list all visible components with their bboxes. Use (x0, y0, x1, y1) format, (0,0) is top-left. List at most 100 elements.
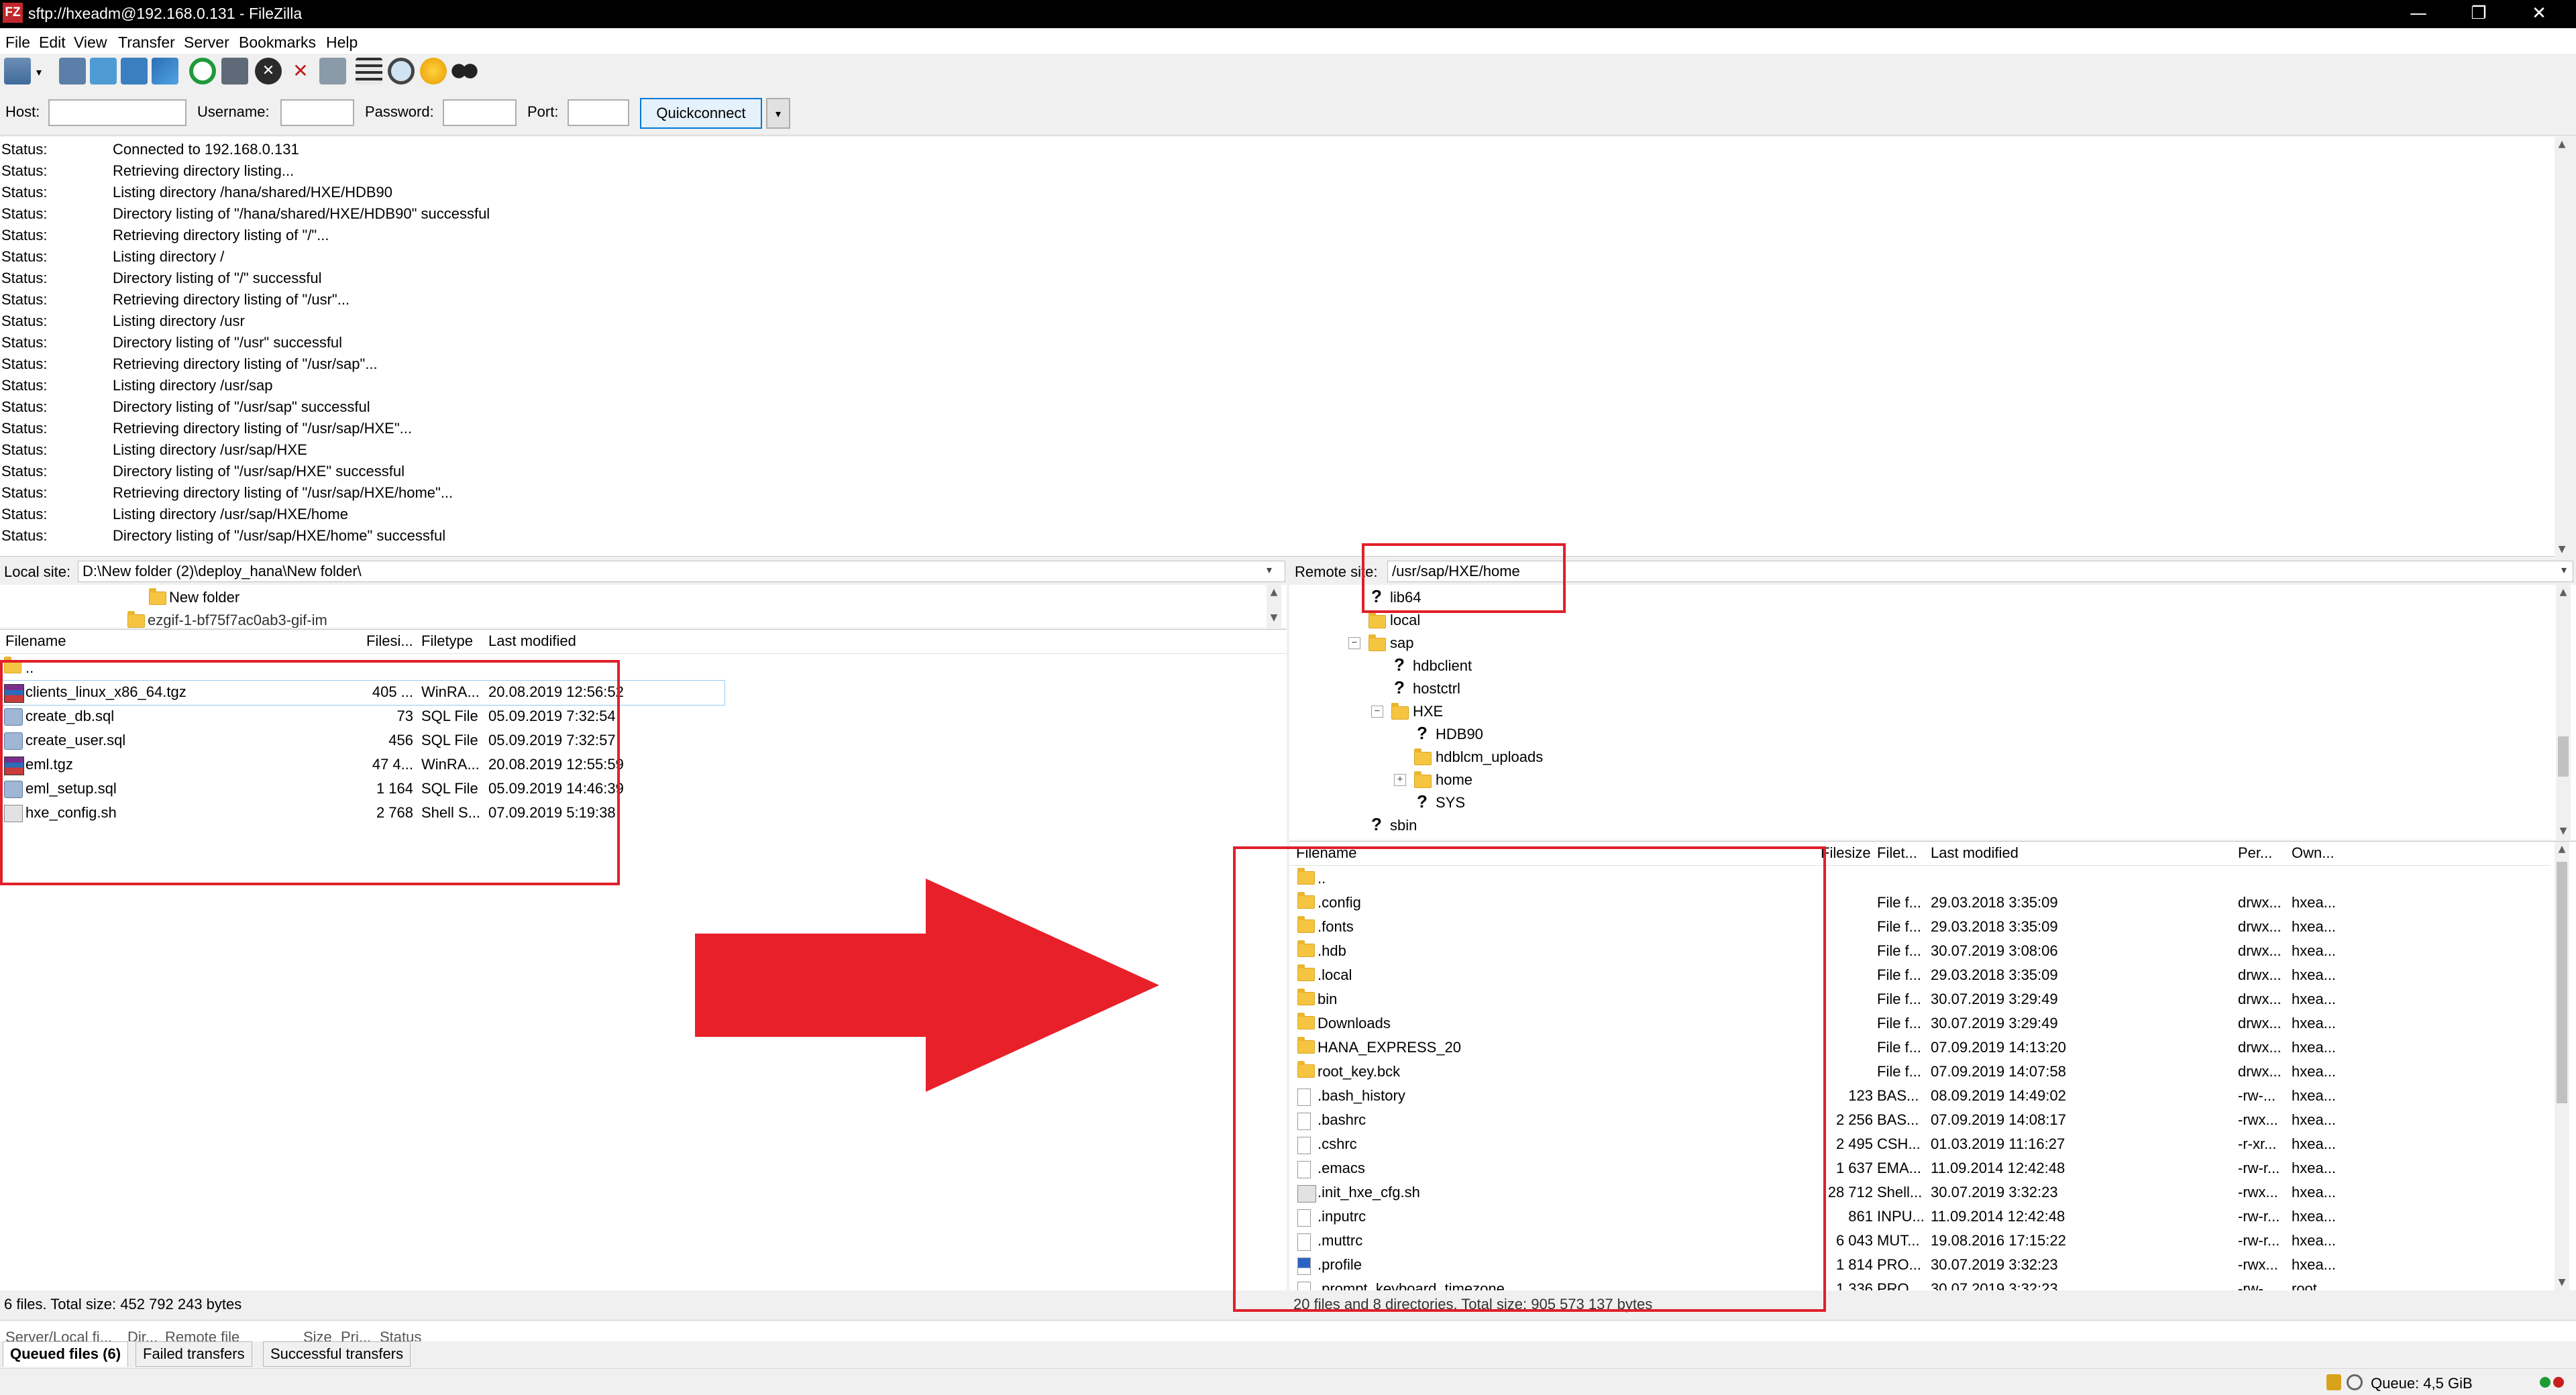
table-row[interactable]: .emacs 1 637 EMA... 11.09.2014 12:42:48 -rw-… (1289, 1157, 2551, 1181)
table-row[interactable]: .muttrc 6 043 MUT... 19.08.2016 17:15:22 -rw… (1289, 1229, 2551, 1253)
table-row[interactable]: root_key.bck File f... 07.09.2019 14:07:58… (1289, 1060, 2551, 1084)
table-row[interactable]: .cshrc 2 495 CSH... 01.03.2019 11:16:27 -r-x… (1289, 1133, 2551, 1157)
column-filetype[interactable]: Filet... (1877, 844, 1917, 862)
menu-edit[interactable]: Edit (39, 34, 66, 52)
tree-item[interactable]: ? hdbclient (1289, 655, 2551, 677)
column-last-modified[interactable]: Last modified (488, 632, 576, 650)
tree-item[interactable]: ? sbin (1289, 814, 2551, 837)
expand-icon[interactable]: + (1394, 774, 1406, 786)
queue-column-size[interactable]: Size (303, 1329, 332, 1341)
tab-queued-files[interactable]: Queued files (6) (3, 1341, 129, 1367)
table-row[interactable]: eml.tgz 47 4... WinRA... 20.08.2019 12:55:5… (0, 753, 724, 777)
table-row[interactable]: create_db.sql 73 SQL File 05.09.2019 7:32:5… (0, 705, 724, 729)
scroll-down-icon[interactable]: ▼ (2555, 1275, 2569, 1290)
scroll-thumb[interactable] (2557, 862, 2567, 1103)
collapse-icon[interactable]: − (1348, 637, 1360, 649)
tree-item[interactable]: ezgif-1-bf75f7ac0ab3-gif-im (0, 609, 1261, 628)
scroll-thumb[interactable] (2558, 736, 2569, 777)
remote-list-scrollbar[interactable]: ▲ ▼ (2555, 842, 2569, 1290)
tree-item[interactable]: + home (1289, 769, 2551, 791)
tab-successful-transfers[interactable]: Successful transfers (263, 1341, 411, 1367)
table-row[interactable]: .config File f... 29.03.2018 3:35:09 drwx..… (1289, 891, 2551, 915)
menu-file[interactable]: File (5, 34, 30, 52)
refresh-icon[interactable] (189, 58, 216, 85)
toggle-queue-icon[interactable] (152, 58, 178, 85)
column-filesize[interactable]: Filesize (1821, 844, 1871, 862)
tree-item[interactable]: − HXE (1289, 700, 2551, 723)
table-row[interactable]: .fonts File f... 29.03.2018 3:35:09 drwx...… (1289, 915, 2551, 940)
scroll-down-icon[interactable]: ▼ (1267, 610, 1281, 625)
remote-directory-tree[interactable]: ? lib64 local − sap? hdbclient? hostctrl − HXE? H… (1289, 585, 2576, 840)
toggle-local-tree-icon[interactable] (90, 58, 117, 85)
username-input[interactable] (280, 99, 354, 126)
site-manager-icon[interactable] (4, 58, 31, 85)
restore-button[interactable]: ❐ (2449, 0, 2509, 28)
table-row[interactable]: .profile 1 814 PRO... 30.07.2019 3:32:23 -rw… (1289, 1253, 2551, 1278)
toggle-log-icon[interactable] (59, 58, 86, 85)
reconnect-icon[interactable] (319, 58, 346, 85)
tree-item[interactable]: local (1289, 609, 2551, 632)
queue-column-remote-file[interactable]: Remote file (165, 1329, 239, 1341)
toggle-remote-tree-icon[interactable] (121, 58, 148, 85)
remote-site-path-input[interactable]: /usr/sap/HXE/home (1387, 561, 2573, 582)
filter-icon[interactable] (356, 58, 382, 85)
scroll-up-icon[interactable]: ▲ (2555, 842, 2569, 856)
tab-failed-transfers[interactable]: Failed transfers (136, 1341, 252, 1367)
tree-item[interactable]: ? hostctrl (1289, 677, 2551, 700)
menu-bookmarks[interactable]: Bookmarks (239, 34, 316, 52)
tree-item[interactable]: hdblcm_uploads (1289, 746, 2551, 769)
table-row[interactable]: .hdb File f... 30.07.2019 3:08:06 drwx... hx… (1289, 940, 2551, 964)
table-row[interactable]: .. (0, 657, 724, 681)
menu-help[interactable]: Help (326, 34, 358, 52)
table-row[interactable]: .inputrc 861 INPU... 11.09.2014 12:42:48 -rw… (1289, 1205, 2551, 1229)
search-icon[interactable] (451, 58, 478, 85)
table-row[interactable]: eml_setup.sql 1 164 SQL File 05.09.2019 14:… (0, 777, 724, 801)
chevron-down-icon[interactable]: ▾ (2561, 563, 2567, 576)
process-queue-icon[interactable] (221, 58, 248, 85)
queue-column-server[interactable]: Server/Local fi... (5, 1329, 112, 1341)
column-filetype[interactable]: Filetype (421, 632, 473, 650)
scroll-up-icon[interactable]: ▲ (1267, 585, 1281, 600)
host-input[interactable] (48, 99, 186, 126)
column-filesize[interactable]: Filesi... (366, 632, 413, 650)
scroll-up-icon[interactable]: ▲ (2555, 137, 2569, 152)
menu-view[interactable]: View (74, 34, 107, 52)
scroll-down-icon[interactable]: ▼ (2556, 824, 2571, 838)
compare-icon[interactable] (388, 58, 415, 85)
table-row[interactable]: .init_hxe_cfg.sh 28 712 Shell... 30.07.2019… (1289, 1181, 2551, 1205)
local-tree-scrollbar[interactable]: ▲ ▼ (1267, 585, 1281, 628)
cancel-icon[interactable]: ✕ (255, 58, 282, 85)
table-row[interactable]: .bash_history 123 BAS... 08.09.2019 14:49:0… (1289, 1084, 2551, 1109)
log-scrollbar[interactable]: ▲ ▼ (2555, 137, 2569, 557)
port-input[interactable] (568, 99, 629, 126)
quickconnect-history-dropdown[interactable]: ▾ (766, 98, 790, 129)
column-owner[interactable]: Own... (2292, 844, 2334, 862)
column-last-modified[interactable]: Last modified (1931, 844, 2019, 862)
table-row[interactable]: bin File f... 30.07.2019 3:29:49 drwx... hxe… (1289, 988, 2551, 1012)
scroll-up-icon[interactable]: ▲ (2556, 585, 2571, 600)
table-row[interactable]: HANA_EXPRESS_20 File f... 07.09.2019 14:13… (1289, 1036, 2551, 1060)
table-row[interactable]: .local File f... 29.03.2018 3:35:09 drwx...… (1289, 964, 2551, 988)
table-row[interactable]: .bashrc 2 256 BAS... 07.09.2019 14:08:17 -rw… (1289, 1109, 2551, 1133)
table-row[interactable]: hxe_config.sh 2 768 Shell S... 07.09.2019 5… (0, 801, 724, 826)
queue-column-direction[interactable]: Dir... (127, 1329, 158, 1341)
local-directory-tree[interactable]: New folder ezgif-1-bf75f7ac0ab3-gif-im ▲… (0, 585, 1287, 628)
remote-tree-scrollbar[interactable]: ▲ ▼ (2556, 585, 2571, 840)
local-site-path-input[interactable]: D:\New folder (2)\deploy_hana\New folder… (78, 561, 1285, 582)
quickconnect-button[interactable]: Quickconnect (640, 98, 762, 129)
close-button[interactable]: ✕ (2509, 0, 2569, 28)
queue-column-priority[interactable]: Pri... (341, 1329, 371, 1341)
sync-browse-icon[interactable] (420, 58, 447, 85)
tree-item[interactable]: ? lib64 (1289, 586, 2551, 609)
collapse-icon[interactable]: − (1371, 706, 1383, 718)
disconnect-icon[interactable]: ✕ (287, 58, 314, 85)
scroll-down-icon[interactable]: ▼ (2555, 542, 2569, 557)
tree-item[interactable]: ? HDB90 (1289, 723, 2551, 746)
column-filename[interactable]: Filename (5, 632, 66, 650)
chevron-down-icon[interactable]: ▾ (1267, 563, 1272, 576)
column-filename[interactable]: Filename (1296, 844, 1356, 862)
queue-column-status[interactable]: Status (380, 1329, 421, 1341)
message-log[interactable]: Status: Connected to 192.168.0.131 Status:… (0, 137, 2563, 557)
table-row[interactable]: .prompt_keyboard_timezone 1 336 PRO... 30.0… (1289, 1278, 2551, 1290)
table-row[interactable]: clients_linux_x86_64.tgz 405 ... WinRA... 2… (0, 680, 725, 706)
